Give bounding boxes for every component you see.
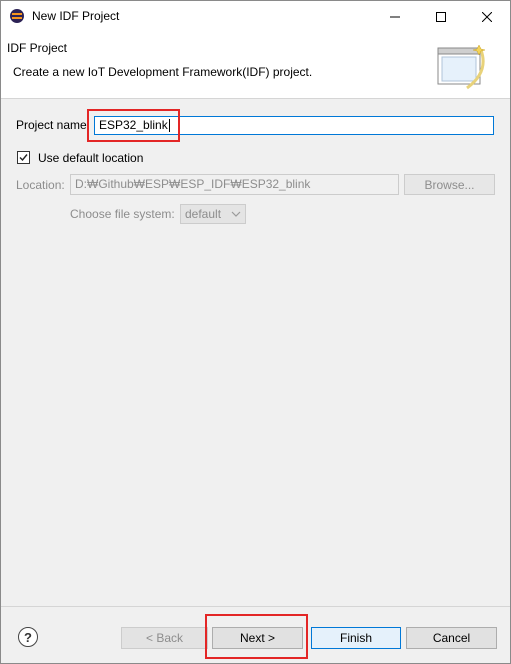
- finish-button-label: Finish: [339, 631, 372, 645]
- minimize-icon: [390, 16, 400, 17]
- use-default-location-checkbox[interactable]: [17, 151, 30, 164]
- close-icon: [482, 11, 492, 22]
- wizard-page-title: IDF Project: [7, 41, 68, 55]
- file-system-select[interactable]: default: [180, 204, 246, 224]
- location-label: Location:: [16, 178, 65, 192]
- wizard-content: Project name ESP32_blink Use default loc…: [1, 99, 510, 604]
- browse-button-label: Browse...: [424, 177, 475, 192]
- eclipse-app-icon: [10, 9, 24, 23]
- next-button[interactable]: Next >: [212, 627, 303, 649]
- use-default-location-label[interactable]: Use default location: [38, 151, 143, 165]
- back-button-label: < Back: [145, 631, 184, 645]
- project-name-input[interactable]: ESP32_blink: [94, 116, 494, 135]
- footer-divider: [1, 606, 510, 607]
- wizard-banner-icon: [437, 44, 486, 90]
- new-idf-project-dialog: New IDF Project IDF Project Create a new…: [0, 0, 511, 664]
- close-button[interactable]: [464, 1, 510, 32]
- cancel-button-label: Cancel: [432, 631, 471, 645]
- file-system-value: default: [185, 207, 222, 221]
- title-bar[interactable]: New IDF Project: [1, 1, 510, 32]
- minimize-button[interactable]: [372, 1, 418, 32]
- chevron-down-icon: [231, 211, 241, 217]
- wizard-header: IDF Project Create a new IoT Development…: [1, 32, 510, 99]
- file-system-label: Choose file system:: [70, 207, 175, 221]
- location-value: D:₩Github₩ESP₩ESP_IDF₩ESP32_blink: [75, 177, 311, 191]
- maximize-icon: [436, 11, 446, 22]
- project-name-value: ESP32_blink: [99, 118, 168, 132]
- checkmark-icon: [19, 154, 28, 162]
- window-title: New IDF Project: [32, 9, 120, 23]
- cancel-button[interactable]: Cancel: [406, 627, 497, 649]
- wizard-page-description: Create a new IoT Development Framework(I…: [13, 65, 313, 79]
- help-glyph: ?: [24, 629, 32, 645]
- help-icon[interactable]: ?: [18, 627, 38, 647]
- location-input[interactable]: D:₩Github₩ESP₩ESP_IDF₩ESP32_blink: [70, 174, 399, 195]
- finish-button[interactable]: Finish: [311, 627, 401, 649]
- back-button[interactable]: < Back: [121, 627, 208, 649]
- next-button-label: Next >: [239, 631, 275, 645]
- project-name-label: Project name: [16, 118, 87, 132]
- browse-button[interactable]: Browse...: [404, 174, 495, 195]
- maximize-button[interactable]: [418, 1, 464, 32]
- text-caret: [168, 119, 170, 133]
